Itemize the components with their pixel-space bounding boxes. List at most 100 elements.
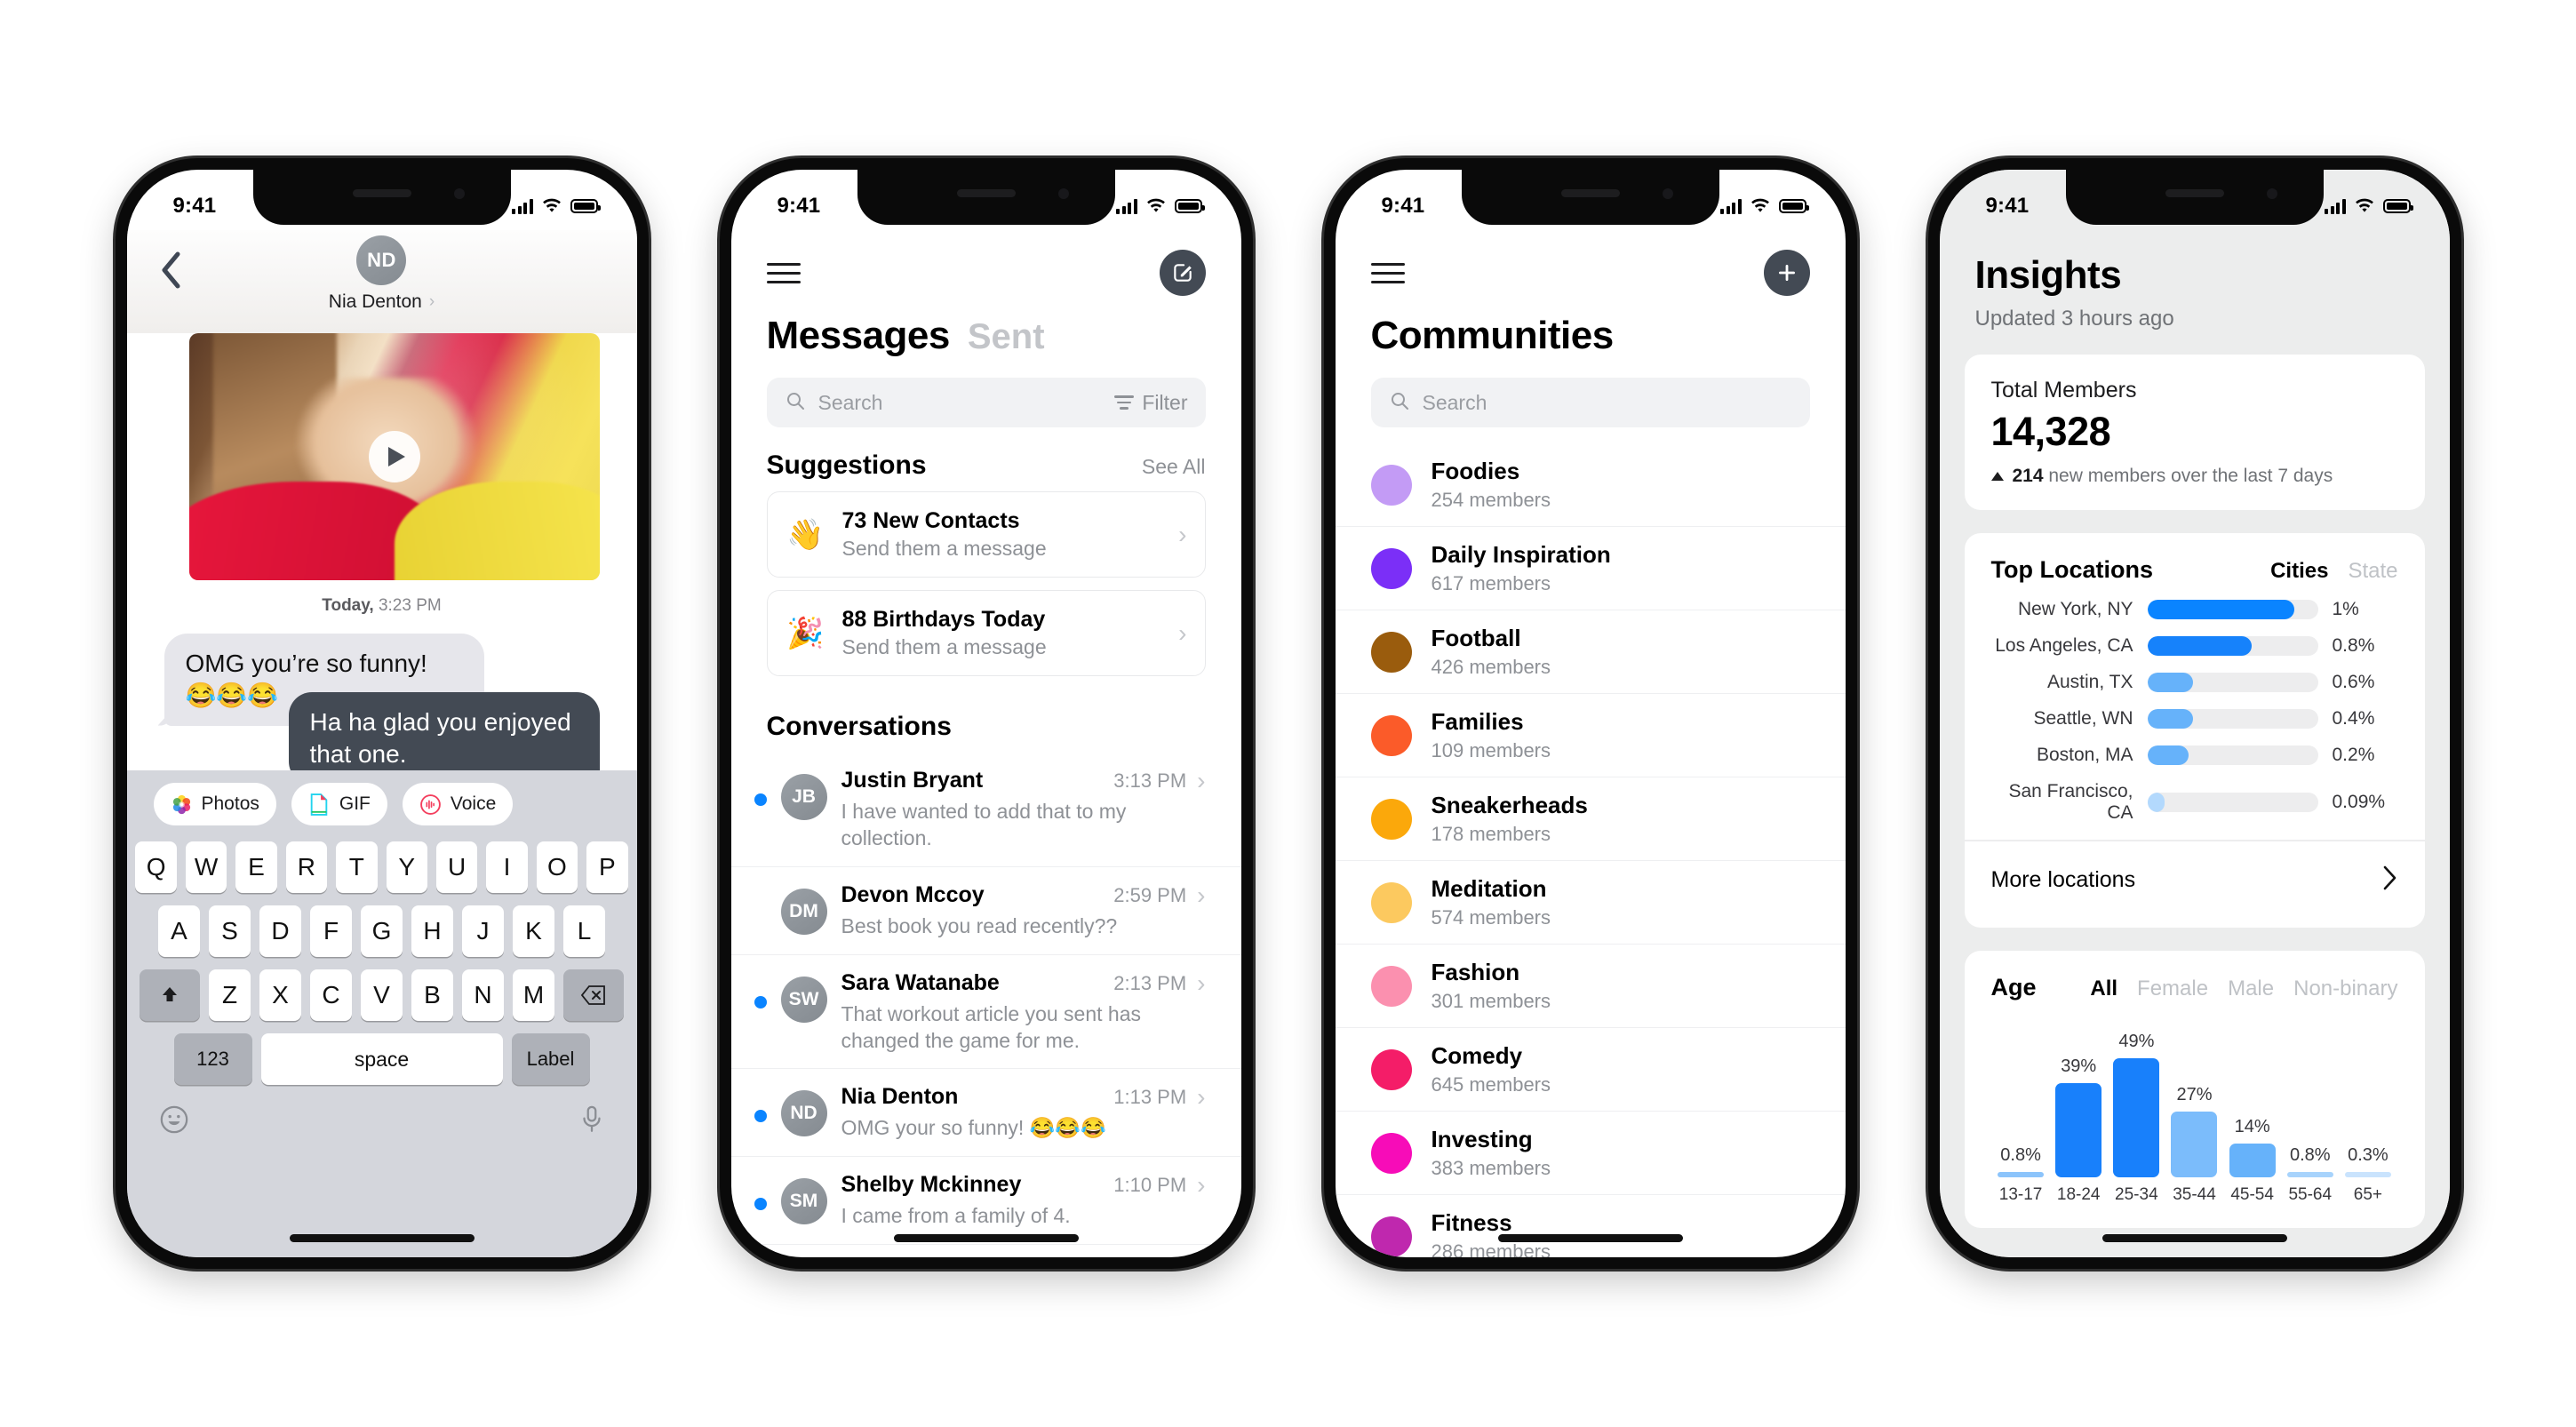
age-bar-column: 49% [2110,1026,2163,1177]
location-bar-track [2147,673,2318,692]
key-p[interactable]: P [586,841,628,893]
chevron-left-icon[interactable] [159,251,182,293]
filter-button[interactable]: Filter [1114,391,1188,415]
conversation-time: 1:13 PM [1113,1086,1187,1109]
location-percent: 1% [2332,599,2359,619]
key-l[interactable]: L [563,905,605,957]
community-row[interactable]: Comedy 645 members [1335,1028,1846,1112]
keyboard-row-1: QWERTYUIOP [127,841,637,905]
community-row[interactable]: Fashion 301 members [1335,945,1846,1028]
key-h[interactable]: H [411,905,453,957]
key-v[interactable]: V [361,969,403,1021]
tab-cities[interactable]: Cities [2270,559,2328,584]
space-key[interactable]: space [260,1033,503,1085]
age-bar-column: 0.8% [2284,1026,2336,1177]
age-tab-male[interactable]: Male [2228,977,2274,1001]
avatar: ND [356,235,407,285]
location-bar-track [2147,600,2318,619]
key-y[interactable]: Y [386,841,427,893]
community-row[interactable]: Meditation 574 members [1335,861,1846,945]
key-d[interactable]: D [259,905,301,957]
emoji-smiley-icon[interactable] [159,1104,189,1139]
key-i[interactable]: I [486,841,528,893]
suggestions-list: 👋 73 New Contacts Send them a message › 🎉… [731,491,1241,676]
avatar: SM [780,1178,827,1225]
key-f[interactable]: F [310,905,352,957]
age-bar-column: 0.8% [1995,1026,2047,1177]
compose-pencil-icon[interactable] [1159,250,1206,296]
age-tab-female[interactable]: Female [2137,977,2208,1001]
play-icon[interactable] [368,431,420,482]
backspace-delete-icon[interactable] [563,969,624,1021]
location-name: New York, NY [2017,599,2133,619]
community-row[interactable]: Investing 383 members [1335,1112,1846,1195]
numbers-key[interactable]: 123 [173,1033,252,1085]
microphone-icon[interactable] [578,1104,605,1139]
search-input[interactable]: Search [1370,378,1810,427]
shift-up-arrow-icon[interactable] [140,969,200,1021]
location-percent: 0.09% [2332,792,2386,812]
tab-sent[interactable]: Sent [968,317,1045,357]
key-k[interactable]: K [513,905,554,957]
key-m[interactable]: M [513,969,554,1021]
key-g[interactable]: G [361,905,403,957]
conversation-row[interactable]: JB Justin Bryant 3:13 PM › I have wanted… [730,753,1241,867]
key-x[interactable]: X [259,969,301,1021]
community-name: Meditation [1431,875,1547,902]
chat-peer[interactable]: ND Nia Denton › [329,235,435,313]
community-row[interactable]: Sneakerheads 178 members [1335,777,1846,861]
key-s[interactable]: S [209,905,251,957]
conversation-row[interactable]: SM Shelby Mckinney 1:10 PM › I came from… [730,1157,1241,1246]
delta-text: new members over the last 7 days [2043,466,2333,486]
age-tab-all[interactable]: All [2090,977,2117,1001]
key-j[interactable]: J [462,905,504,957]
suggestion-card[interactable]: 👋 73 New Contacts Send them a message › [766,491,1206,578]
search-input[interactable]: Search Filter [766,378,1206,427]
label-key[interactable]: Label [511,1033,590,1085]
key-e[interactable]: E [235,841,277,893]
suggestion-card[interactable]: 🎉 88 Birthdays Today Send them a message… [766,590,1206,676]
avatar: JB [780,774,827,820]
community-row[interactable]: Fitness 286 members [1336,1195,1846,1257]
community-text: Football 426 members [1432,625,1551,679]
age-bar [2344,1171,2391,1177]
chat-thread: Today, 3:23 PM OMG you’re so funny! 😂😂😂 … [126,333,637,934]
chip-gif[interactable]: GIF [291,783,387,825]
community-row[interactable]: Daily Inspiration 617 members [1335,527,1846,610]
key-n[interactable]: N [462,969,504,1021]
conversation-row[interactable]: SW Sara Watanabe 2:13 PM › That workout … [730,955,1241,1070]
cellular-signal-icon [1720,198,1742,214]
conversation-row[interactable]: ND Nia Denton 1:13 PM › OMG your so funn… [730,1069,1241,1158]
community-row[interactable]: Families 109 members [1335,694,1846,777]
community-row[interactable]: Foodies 254 members [1335,443,1846,527]
chip-photos[interactable]: Photos [153,783,276,825]
more-locations-row[interactable]: More locations [1965,841,2425,919]
hamburger-menu-icon[interactable] [766,262,801,283]
key-u[interactable]: U [435,841,478,893]
key-q[interactable]: Q [135,841,177,893]
see-all-link[interactable]: See All [1142,455,1206,479]
conversation-preview: OMG your so funny! 😂😂😂 [841,1116,1106,1140]
tab-state[interactable]: State [2348,559,2397,584]
key-t[interactable]: T [336,841,378,893]
key-z[interactable]: Z [209,969,251,1021]
hamburger-menu-icon[interactable] [1370,262,1405,283]
video-attachment[interactable] [188,333,600,580]
community-row[interactable]: Football 426 members [1335,610,1846,694]
key-o[interactable]: O [536,841,578,893]
key-a[interactable]: A [158,905,200,957]
community-name: Sneakerheads [1431,792,1588,818]
location-bar-row: New York, NY 1% [1991,599,2398,620]
key-c[interactable]: C [310,969,352,1021]
conversation-row[interactable]: JG Jordan Green 1:10 PM › [731,1245,1241,1257]
chip-voice[interactable]: Voice [402,783,514,825]
location-bar-fill [2147,709,2194,729]
key-w[interactable]: W [185,841,227,893]
screen-chat: 9:41 ND Nia Denton › Today, 3:23 PM OMG … [126,170,637,1257]
key-r[interactable]: R [285,841,328,893]
key-b[interactable]: B [411,969,453,1021]
status-time: 9:41 [1381,194,1425,218]
plus-icon[interactable] [1763,250,1810,296]
age-tab-non-binary[interactable]: Non-binary [2293,977,2397,1001]
conversation-row[interactable]: DM Devon Mccoy 2:59 PM › Best book you r… [730,867,1241,955]
